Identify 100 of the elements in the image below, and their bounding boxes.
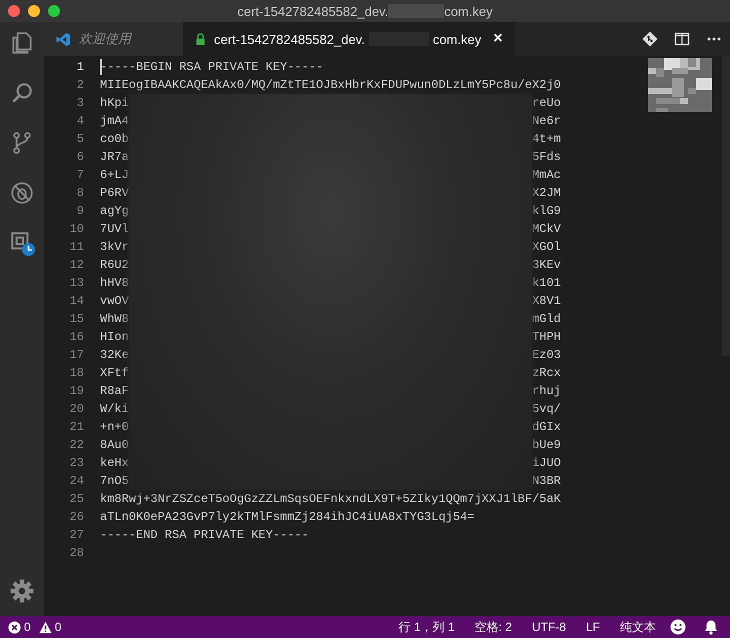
line-number: 23	[68, 455, 84, 472]
line-number: 9	[76, 203, 84, 220]
line-number: 6	[76, 149, 84, 166]
code-line: jmA4	[100, 113, 129, 130]
line-number: 28	[68, 545, 84, 562]
code-line: keHx	[100, 455, 129, 472]
smiley-icon[interactable]	[670, 619, 686, 635]
code-line: 5Fds	[532, 149, 561, 166]
code-line: k101	[532, 275, 561, 292]
code-line: 8Au0	[100, 437, 129, 454]
settings-icon[interactable]	[9, 578, 35, 604]
line-number: 10	[68, 221, 84, 238]
warning-icon[interactable]	[38, 620, 52, 634]
code-line: X8V1	[532, 293, 561, 310]
code-line: hHV8	[100, 275, 129, 292]
line-number: 11	[68, 239, 84, 256]
close-window-button[interactable]	[8, 5, 20, 17]
code-line: HIon	[100, 329, 129, 346]
line-number: 24	[68, 473, 84, 490]
error-icon[interactable]	[8, 620, 21, 634]
code-line: WhW8	[100, 311, 129, 328]
line-number: 20	[68, 401, 84, 418]
file-tab[interactable]: cert-1542782485582_dev. com.key ×	[183, 22, 515, 56]
code-line: dGIx	[532, 419, 561, 436]
status-item[interactable]: 纯文本	[620, 618, 656, 636]
line-number: 3	[76, 95, 84, 112]
line-number: 26	[68, 509, 84, 526]
tab-title: com.key	[432, 32, 482, 46]
extensions-clock-icon[interactable]	[9, 230, 35, 256]
line-number: 25	[68, 491, 84, 508]
code-line: W/ki	[100, 401, 129, 418]
code-line: R6U2	[100, 257, 129, 274]
zoom-window-button[interactable]	[48, 5, 60, 17]
close-tab-button[interactable]: ×	[493, 30, 503, 48]
code-line: km8Rwj+3NrZSZceT5oOgGzZZLmSqsOEFnkxndLX9T+5ZIky1QQm7jXXJ1lBF/5aK	[100, 491, 561, 508]
code-line: X2JM	[532, 185, 561, 202]
code-line: co0b	[100, 131, 129, 148]
code-line: agYg	[100, 203, 129, 220]
line-number: 18	[68, 365, 84, 382]
line-number: 8	[76, 185, 84, 202]
code-line: Ez03	[532, 347, 561, 364]
lock-icon	[195, 32, 206, 46]
line-number: 7	[76, 167, 84, 184]
line-number: 22	[68, 437, 84, 454]
code-line: 5vq/	[532, 401, 561, 418]
window-title: com.key	[444, 4, 493, 18]
code-line: THPH	[532, 329, 561, 346]
line-number: 15	[68, 311, 84, 328]
line-number: 19	[68, 383, 84, 400]
git-compare-icon[interactable]	[642, 31, 658, 47]
code-line: 3kVr	[100, 239, 129, 256]
code-line: +n+0	[100, 419, 129, 436]
line-number: 5	[76, 131, 84, 148]
code-line: aTLn0K0ePA23GvP7ly2kTMlFsmmZj284ihJC4iUA8xTYG3Lqj54=	[100, 509, 474, 526]
code-line: 6+LJ	[100, 167, 129, 184]
code-editor-logo-icon	[56, 32, 71, 46]
bell-icon[interactable]	[703, 619, 719, 635]
code-line: zRcx	[532, 365, 561, 382]
code-line: reUo	[532, 95, 561, 112]
code-line: JR7a	[100, 149, 129, 166]
debug-icon[interactable]	[9, 180, 35, 206]
code-line: 4t+m	[532, 131, 561, 148]
status-item[interactable]: UTF-8	[532, 620, 566, 634]
minimize-window-button[interactable]	[28, 5, 40, 17]
tab-title: cert-1542782485582_dev.	[214, 32, 365, 46]
code-line: P6RV	[100, 185, 129, 202]
code-line: bUe9	[532, 437, 561, 454]
code-line: R8aF	[100, 383, 129, 400]
code-line: vwOV	[100, 293, 129, 310]
window-title: cert-1542782485582_dev.	[237, 4, 388, 18]
line-number: 4	[76, 113, 84, 130]
code-line: XGOl	[532, 239, 561, 256]
line-number: 14	[68, 293, 84, 310]
code-line: mGld	[532, 311, 561, 328]
code-line: Ne6r	[532, 113, 561, 130]
code-line: rhuj	[532, 383, 561, 400]
line-number: 1	[76, 59, 84, 76]
code-line: klG9	[532, 203, 561, 220]
line-number: 17	[68, 347, 84, 364]
code-line: N3BR	[532, 473, 561, 490]
status-item[interactable]: 空格: 2	[474, 618, 512, 636]
warning-count[interactable]: 0	[54, 620, 62, 634]
code-line: 32Ke	[100, 347, 129, 364]
line-number: 12	[68, 257, 84, 274]
split-editor-icon[interactable]	[674, 31, 690, 47]
line-number: 21	[68, 419, 84, 436]
code-line: 3KEv	[532, 257, 561, 274]
welcome-tab[interactable]: 欢迎使用	[44, 22, 183, 56]
code-line: MCkV	[532, 221, 561, 238]
line-number: 16	[68, 329, 84, 346]
status-item[interactable]: LF	[586, 620, 600, 634]
code-line: 7UVl	[100, 221, 129, 238]
error-count[interactable]: 0	[24, 620, 31, 634]
code-line: hKpi	[100, 95, 129, 112]
code-line: -----BEGIN RSA PRIVATE KEY-----	[100, 59, 324, 76]
status-item[interactable]: 行 1，列 1	[398, 618, 455, 636]
code-line: 7nO5	[100, 473, 129, 490]
minimap[interactable]	[648, 58, 712, 112]
code-line: XFtf	[100, 365, 129, 382]
line-number: 13	[68, 275, 84, 292]
